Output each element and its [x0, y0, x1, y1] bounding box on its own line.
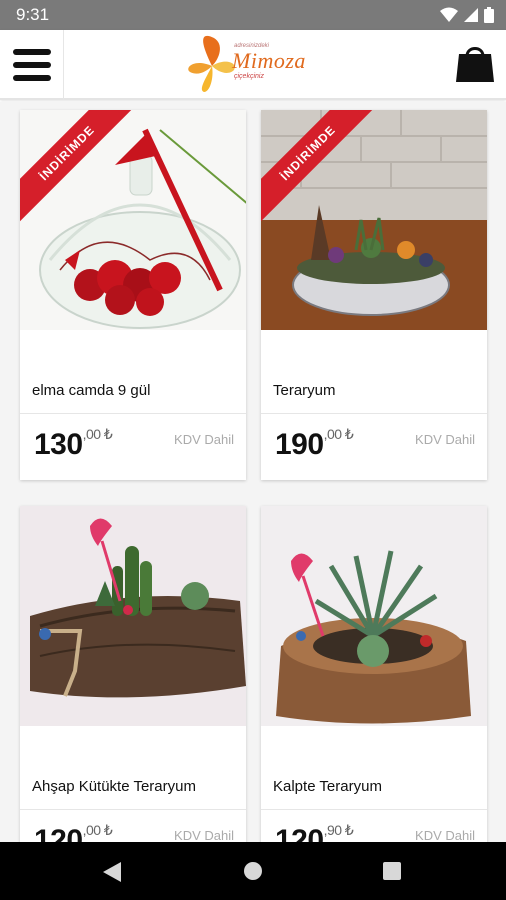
product-image[interactable]: İNDİRİMDE	[20, 110, 246, 330]
tax-label: KDV Dahil	[415, 432, 475, 447]
product-card[interactable]: Ahşap Kütükte Teraryum 120,00 ₺ KDV Dahi…	[20, 506, 246, 842]
logo-tagline: çiçekçiniz	[234, 73, 264, 80]
product-price: 120,90 ₺	[275, 822, 354, 842]
status-icons	[440, 7, 494, 23]
tax-label: KDV Dahil	[415, 828, 475, 842]
product-image[interactable]	[261, 506, 487, 726]
shopping-bag-icon	[456, 47, 494, 82]
system-nav-bar	[0, 842, 506, 900]
product-image[interactable]: İNDİRİMDE	[261, 110, 487, 330]
logo-name: Mimoza	[232, 48, 306, 73]
status-bar: 9:31	[0, 0, 506, 30]
signal-icon	[464, 8, 478, 22]
discount-badge: İNDİRİMDE	[261, 110, 379, 228]
status-time: 9:31	[16, 5, 50, 24]
product-price: 120,00 ₺	[34, 822, 113, 842]
product-price: 130,00 ₺	[34, 426, 113, 461]
wifi-icon	[440, 7, 458, 22]
product-card[interactable]: Kalpte Teraryum 120,90 ₺ KDV Dahil	[261, 506, 487, 842]
product-image[interactable]	[20, 506, 246, 726]
product-price: 190,00 ₺	[275, 426, 354, 461]
product-card[interactable]: İNDİRİMDE Teraryum 190,00 ₺ KDV Dahil	[261, 110, 487, 480]
back-triangle-icon[interactable]	[103, 862, 121, 882]
brand-logo[interactable]: adresinizdeki Mimoza çiçekçiniz	[184, 32, 324, 96]
product-name[interactable]: Teraryum	[273, 382, 336, 399]
tax-label: KDV Dahil	[174, 432, 234, 447]
discount-badge: İNDİRİMDE	[20, 110, 138, 228]
menu-button[interactable]	[0, 30, 64, 100]
recents-square-icon[interactable]	[383, 862, 401, 880]
product-card[interactable]: İNDİRİMDE elma camda 9 gül 130,00 ₺ KDV …	[20, 110, 246, 480]
product-grid: İNDİRİMDE elma camda 9 gül 130,00 ₺ KDV …	[0, 102, 506, 842]
home-circle-icon[interactable]	[244, 862, 262, 880]
product-name[interactable]: Ahşap Kütükte Teraryum	[32, 778, 196, 795]
cart-button[interactable]	[454, 42, 496, 84]
app-bar: adresinizdeki Mimoza çiçekçiniz	[0, 30, 506, 100]
battery-icon	[484, 7, 494, 23]
product-name[interactable]: elma camda 9 gül	[32, 382, 150, 399]
product-name[interactable]: Kalpte Teraryum	[273, 778, 382, 795]
tax-label: KDV Dahil	[174, 828, 234, 842]
